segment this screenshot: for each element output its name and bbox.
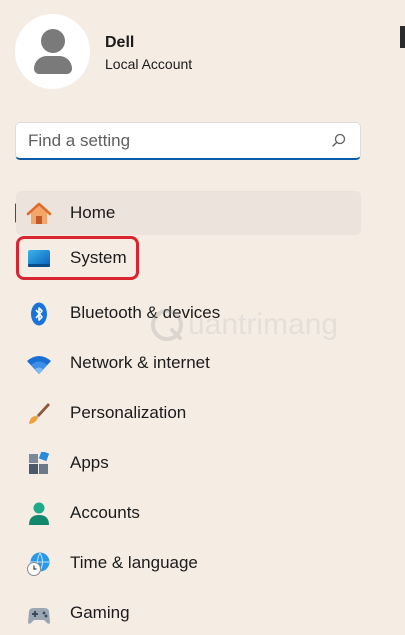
avatar-shoulders [34, 56, 72, 74]
nav-item-accounts[interactable]: Accounts [16, 491, 361, 535]
search-icon[interactable] [332, 133, 346, 147]
nav-item-time-language[interactable]: Time & language [16, 541, 361, 585]
nav-label-bluetooth: Bluetooth & devices [70, 303, 221, 322]
nav-label-apps: Apps [70, 453, 109, 472]
wifi-icon [27, 356, 51, 374]
home-icon [26, 202, 52, 224]
bluetooth-icon [31, 302, 47, 326]
system-monitor-icon [28, 250, 50, 267]
globe-clock-icon [27, 552, 50, 576]
nav-item-gaming[interactable]: Gaming [16, 591, 361, 635]
nav-label-home: Home [70, 203, 116, 222]
nav-item-system[interactable]: System [16, 236, 139, 280]
avatar[interactable] [15, 14, 90, 89]
nav-item-network[interactable]: Network & internet [16, 341, 361, 385]
nav-item-home[interactable]: Home [16, 191, 361, 235]
nav-label-system: System [70, 248, 127, 267]
nav-label-accounts: Accounts [70, 503, 140, 522]
nav-item-personalization[interactable]: Personalization [16, 391, 361, 435]
search-input[interactable] [28, 130, 318, 152]
apps-icon [29, 452, 50, 474]
gamepad-icon [28, 608, 50, 624]
nav-label-gaming: Gaming [70, 603, 130, 622]
paintbrush-icon [29, 403, 50, 424]
nav-label-personalization: Personalization [70, 403, 187, 422]
search-box[interactable] [15, 122, 361, 160]
content-pane-edge [400, 26, 405, 48]
nav-label-time-language: Time & language [70, 553, 198, 572]
account-type: Local Account [105, 56, 193, 72]
user-name: Dell [105, 34, 135, 51]
accounts-icon [29, 502, 49, 525]
nav-label-network: Network & internet [70, 353, 210, 372]
avatar-head [41, 29, 65, 53]
nav-item-bluetooth[interactable]: Bluetooth & devices [16, 291, 361, 335]
nav-item-apps[interactable]: Apps [16, 441, 361, 485]
